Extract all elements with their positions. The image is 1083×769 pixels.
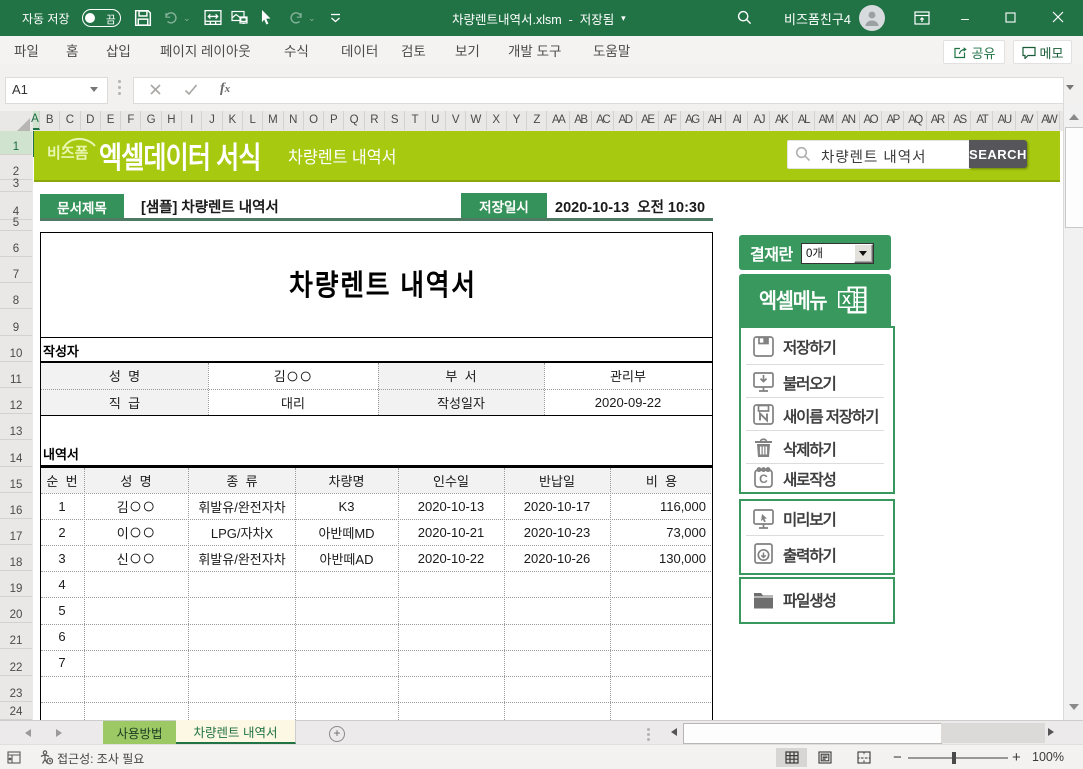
svg-text:X: X (842, 292, 851, 307)
svg-text:C: C (759, 472, 768, 486)
